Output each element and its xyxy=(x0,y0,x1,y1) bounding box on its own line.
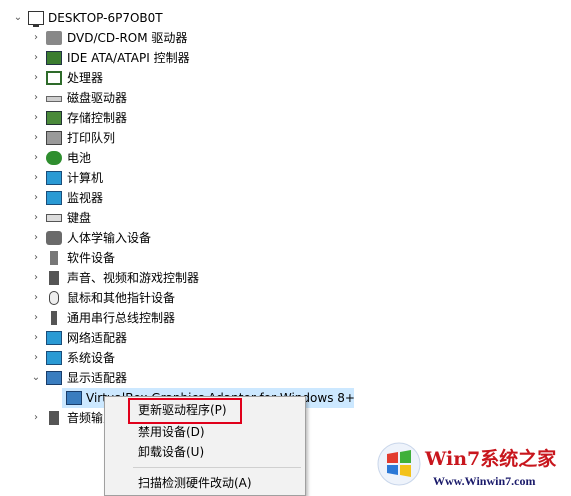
chevron-right-icon[interactable]: › xyxy=(30,408,42,428)
tree-item-label: 电池 xyxy=(67,151,92,165)
tree-item-print-queue[interactable]: › 打印队列 xyxy=(0,128,571,148)
chevron-right-icon[interactable]: › xyxy=(30,248,42,268)
tree-item-mouse[interactable]: › 鼠标和其他指针设备 xyxy=(0,288,571,308)
tree-item-label: 存储控制器 xyxy=(67,111,128,125)
tree-item-network[interactable]: › 网络适配器 xyxy=(0,328,571,348)
network-adapter-icon xyxy=(46,331,62,345)
chevron-right-icon[interactable]: › xyxy=(30,88,42,108)
display-adapter-icon xyxy=(66,391,82,405)
chevron-right-icon[interactable]: › xyxy=(30,148,42,168)
processor-icon xyxy=(46,71,62,85)
tree-item-label: 鼠标和其他指针设备 xyxy=(67,291,176,305)
watermark-url: Www.Winwin7.com xyxy=(433,474,536,488)
tree-item-label: IDE ATA/ATAPI 控制器 xyxy=(67,51,190,65)
chevron-right-icon[interactable]: › xyxy=(30,188,42,208)
ide-controller-icon xyxy=(46,51,62,65)
tree-item-label: 人体学输入设备 xyxy=(67,231,152,245)
mouse-icon xyxy=(49,291,59,305)
chevron-right-icon[interactable]: › xyxy=(30,68,42,88)
chevron-down-icon[interactable]: ⌄ xyxy=(30,368,42,388)
tree-item-label: 通用串行总线控制器 xyxy=(67,311,176,325)
usb-icon xyxy=(51,311,57,325)
watermark-title: Win7系统之家 xyxy=(425,448,557,470)
audio-icon xyxy=(49,271,59,285)
tree-item-label: 打印队列 xyxy=(67,131,116,145)
tree-item-hid[interactable]: › 人体学输入设备 xyxy=(0,228,571,248)
battery-icon xyxy=(46,151,62,165)
tree-item-display[interactable]: ⌄ 显示适配器 xyxy=(0,368,571,388)
audio-icon xyxy=(49,411,59,425)
chevron-right-icon[interactable]: › xyxy=(30,48,42,68)
chevron-right-icon[interactable]: › xyxy=(30,288,42,308)
chevron-right-icon[interactable]: › xyxy=(30,108,42,128)
tree-item-label: 计算机 xyxy=(67,171,104,185)
tree-item-label: 声音、视频和游戏控制器 xyxy=(67,271,200,285)
chevron-right-icon[interactable]: › xyxy=(30,348,42,368)
tree-root[interactable]: ⌄ DESKTOP-6P7OB0T xyxy=(0,8,571,28)
tree-item-label: 磁盘驱动器 xyxy=(67,91,128,105)
chevron-right-icon[interactable]: › xyxy=(30,328,42,348)
software-device-icon xyxy=(50,251,58,265)
disk-drive-icon xyxy=(46,96,62,102)
tree-item-label: 网络适配器 xyxy=(67,331,128,345)
monitor-icon xyxy=(46,191,62,205)
tree-item-label: 监视器 xyxy=(67,191,104,205)
computer-icon xyxy=(46,171,62,185)
menu-separator xyxy=(133,467,301,468)
tree-item-computer[interactable]: › 计算机 xyxy=(0,168,571,188)
menu-item-scan-hardware[interactable]: 扫描检测硬件改动(A) xyxy=(105,472,305,494)
windows-logo-icon xyxy=(377,442,421,486)
chevron-down-icon[interactable]: ⌄ xyxy=(12,8,24,28)
tree-item-monitor[interactable]: › 监视器 xyxy=(0,188,571,208)
storage-controller-icon xyxy=(46,111,62,125)
tree-item-dvd[interactable]: › DVD/CD-ROM 驱动器 xyxy=(0,28,571,48)
tree-item-software-device[interactable]: › 软件设备 xyxy=(0,248,571,268)
hid-icon xyxy=(46,231,62,245)
system-device-icon xyxy=(46,351,62,365)
tree-root-label: DESKTOP-6P7OB0T xyxy=(48,11,163,25)
display-adapter-icon xyxy=(46,371,62,385)
computer-icon xyxy=(28,11,44,27)
tree-item-label: DVD/CD-ROM 驱动器 xyxy=(67,31,188,45)
menu-item-disable-device[interactable]: 禁用设备(D) xyxy=(105,421,305,443)
tree-item-sound-video[interactable]: › 声音、视频和游戏控制器 xyxy=(0,268,571,288)
chevron-right-icon[interactable]: › xyxy=(30,28,42,48)
chevron-right-icon[interactable]: › xyxy=(30,168,42,188)
tree-item-processor[interactable]: › 处理器 xyxy=(0,68,571,88)
tree-item-label: 显示适配器 xyxy=(67,371,128,385)
chevron-right-icon[interactable]: › xyxy=(30,268,42,288)
tree-item-keyboard[interactable]: › 键盘 xyxy=(0,208,571,228)
tree-item-battery[interactable]: › 电池 xyxy=(0,148,571,168)
tree-item-system[interactable]: › 系统设备 xyxy=(0,348,571,368)
tree-item-ide[interactable]: › IDE ATA/ATAPI 控制器 xyxy=(0,48,571,68)
tree-item-label: 软件设备 xyxy=(67,251,116,265)
dvd-drive-icon xyxy=(46,31,62,45)
tree-item-usb[interactable]: › 通用串行总线控制器 xyxy=(0,308,571,328)
chevron-right-icon[interactable]: › xyxy=(30,308,42,328)
menu-item-uninstall-device[interactable]: 卸载设备(U) xyxy=(105,441,305,463)
highlight-box xyxy=(128,398,242,424)
chevron-right-icon[interactable]: › xyxy=(30,228,42,248)
tree-item-label: 处理器 xyxy=(67,71,104,85)
chevron-right-icon[interactable]: › xyxy=(30,128,42,148)
printer-icon xyxy=(46,131,62,145)
chevron-right-icon[interactable]: › xyxy=(30,208,42,228)
tree-item-storage[interactable]: › 存储控制器 xyxy=(0,108,571,128)
watermark: Win7系统之家 Www.Winwin7.com xyxy=(375,440,571,495)
tree-item-label: 系统设备 xyxy=(67,351,116,365)
tree-item-label: 键盘 xyxy=(67,211,92,225)
keyboard-icon xyxy=(46,214,62,222)
tree-item-disk[interactable]: › 磁盘驱动器 xyxy=(0,88,571,108)
